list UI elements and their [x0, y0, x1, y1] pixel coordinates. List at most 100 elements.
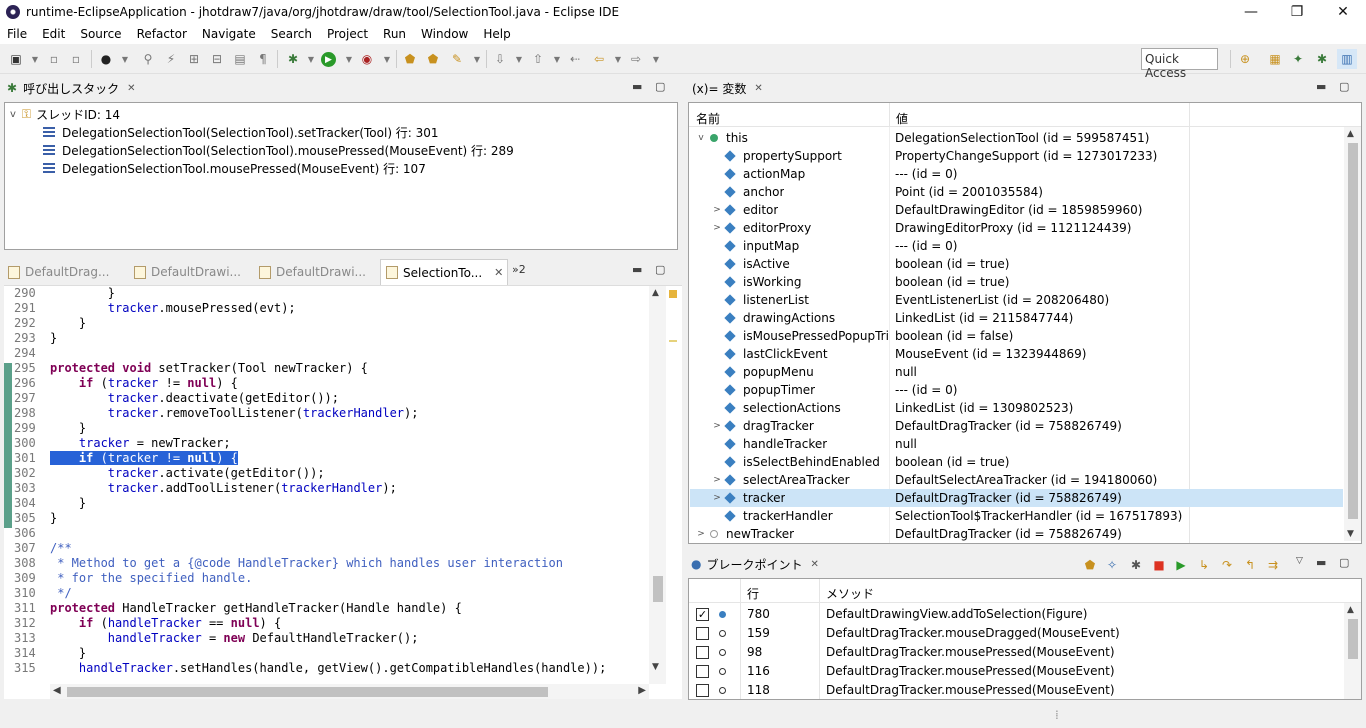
scroll-thumb[interactable] [1348, 143, 1358, 519]
call-stack-tab[interactable]: ✱ 呼び出しスタック ✕ [4, 77, 682, 99]
menu-help[interactable]: Help [476, 27, 518, 41]
thread-row[interactable]: v ⚿ スレッドID: 14 [10, 105, 120, 123]
run-icon[interactable]: ▶ [321, 52, 336, 67]
quick-access-input[interactable]: Quick Access [1141, 48, 1218, 80]
code-line[interactable]: 307 /** [4, 541, 648, 556]
minimize-view-icon[interactable]: ▬ [1316, 80, 1326, 93]
code-line[interactable]: 295 protected void setTracker(Tool newTra… [4, 361, 648, 376]
code-line[interactable]: 312 if (handleTracker == null) { [4, 616, 648, 631]
scroll-thumb[interactable] [67, 687, 548, 697]
code-line[interactable]: 308 * Method to get a {@code HandleTrack… [4, 556, 648, 571]
variable-row[interactable]: actionMap --- (id = 0) [690, 165, 1343, 183]
close-icon[interactable]: ✕ [811, 559, 819, 570]
link-with-debug-icon[interactable]: ✧ [1104, 558, 1120, 572]
java-ee-perspective-icon[interactable]: ✦ [1290, 52, 1306, 66]
scroll-down-icon[interactable]: ▼ [652, 662, 659, 672]
variable-row[interactable]: v this DelegationSelectionTool (id = 59958… [690, 129, 1343, 147]
variable-row[interactable]: listenerList EventListenerList (id = 2082… [690, 291, 1343, 309]
name-column-header[interactable]: 名前 [696, 110, 720, 127]
close-button[interactable]: ✕ [1320, 0, 1366, 24]
variable-row[interactable]: inputMap --- (id = 0) [690, 237, 1343, 255]
code-line[interactable]: 291 tracker.mousePressed(evt); [4, 301, 648, 316]
show-supported-breakpoints-icon[interactable]: ⬟ [1082, 558, 1098, 572]
code-line[interactable]: 299 } [4, 421, 648, 436]
maximize-view-icon[interactable]: ▢ [1339, 80, 1349, 93]
breakpoints-scrollbar[interactable]: ▲ [1344, 603, 1361, 699]
open-folder-icon[interactable]: ⬟ [425, 52, 441, 66]
code-line[interactable]: 313 handleTracker = new DefaultHandleTra… [4, 631, 648, 646]
expand-icon[interactable]: v [696, 133, 706, 143]
drop-to-frame-icon[interactable]: ⇉ [1265, 558, 1281, 572]
maximize-view-icon[interactable]: ▢ [655, 263, 665, 276]
menu-edit[interactable]: Edit [35, 27, 73, 41]
code-editor[interactable]: 290 } 291 tracker.mousePressed(evt); 292 }… [4, 285, 682, 699]
variable-row[interactable]: propertySupport PropertyChangeSupport (id… [690, 147, 1343, 165]
search-dropdown-icon[interactable]: ▼ [469, 52, 485, 66]
run-dropdown-icon[interactable]: ▼ [341, 52, 357, 66]
code-line[interactable]: 306 [4, 526, 648, 541]
skip-breakpoints-icon[interactable]: ⚲ [140, 52, 156, 66]
variables-tab[interactable]: (x)= 変数 ✕ [688, 77, 848, 99]
next-annotation-icon[interactable]: ⇩ [492, 52, 508, 66]
new-dropdown-icon[interactable]: ▼ [27, 52, 43, 66]
resume-icon[interactable]: ▶ [1173, 558, 1189, 572]
value-column-header[interactable]: 値 [896, 110, 908, 127]
scroll-down-icon[interactable]: ▼ [1347, 529, 1354, 539]
breakpoints-tab[interactable]: ● ブレークポイント ✕ [688, 553, 848, 575]
code-line[interactable]: 293} [4, 331, 648, 346]
variable-row[interactable]: > dragTracker DefaultDragTracker (id = 758… [690, 417, 1343, 435]
forward-dropdown-icon[interactable]: ▼ [648, 52, 664, 66]
breakpoint-checkbox[interactable] [696, 684, 709, 697]
minimize-button[interactable]: — [1228, 0, 1274, 24]
code-line[interactable]: 304 } [4, 496, 648, 511]
resume-icon[interactable]: ⚡ [163, 52, 179, 66]
step-return-icon[interactable]: ↰ [1242, 558, 1258, 572]
expand-icon[interactable]: > [712, 493, 722, 503]
debug-profile-icon[interactable]: ● [98, 52, 114, 66]
code-line[interactable]: 292 } [4, 316, 648, 331]
code-line[interactable]: 296 if (tracker != null) { [4, 376, 648, 391]
code-line[interactable]: 297 tracker.deactivate(getEditor()); [4, 391, 648, 406]
menu-window[interactable]: Window [414, 27, 476, 41]
variable-row[interactable]: isActive boolean (id = true) [690, 255, 1343, 273]
prev-annotation-icon[interactable]: ⇧ [530, 52, 546, 66]
variable-row[interactable]: popupMenu null [690, 363, 1343, 381]
line-column-header[interactable]: 行 [747, 585, 759, 602]
minimize-view-icon[interactable]: ▬ [1316, 556, 1326, 569]
code-line[interactable]: 298 tracker.removeToolListener(trackerHa… [4, 406, 648, 421]
code-line[interactable]: 310 */ [4, 586, 648, 601]
scroll-right-icon[interactable]: ▶ [638, 685, 646, 696]
code-line[interactable]: 311 protected HandleTracker getHandleTrac… [4, 601, 648, 616]
expand-icon[interactable]: > [712, 223, 722, 233]
warning-marker[interactable] [669, 290, 677, 298]
code-line-current[interactable]: 301 if (tracker != null) { [4, 451, 648, 466]
next-annotation-dropdown-icon[interactable]: ▼ [511, 52, 527, 66]
minimize-view-icon[interactable]: ▬ [632, 263, 642, 276]
close-icon[interactable]: ✕ [754, 83, 762, 94]
scroll-up-icon[interactable]: ▲ [1347, 129, 1354, 139]
expand-icon[interactable]: > [712, 205, 722, 215]
view-menu-icon[interactable]: ▽ [1296, 556, 1303, 566]
scroll-up-icon[interactable]: ▲ [652, 288, 659, 298]
breakpoint-row[interactable]: 118 DefaultDragTracker.mousePressed(Mouse… [690, 681, 1328, 700]
resource-perspective-icon[interactable]: ▥ [1337, 49, 1357, 69]
step-into-icon[interactable]: ↳ [1196, 558, 1212, 572]
java-perspective-icon[interactable]: ▦ [1267, 52, 1283, 66]
save-icon[interactable]: ▫ [46, 52, 62, 66]
variable-row[interactable]: trackerHandler SelectionTool$TrackerHandl… [690, 507, 1343, 525]
minimize-view-icon[interactable]: ▬ [632, 80, 642, 93]
variable-row[interactable]: isMousePressedPopupTrigg boolean (id = fa… [690, 327, 1343, 345]
occurrence-marker[interactable] [669, 340, 677, 342]
skip-all-breakpoints-icon[interactable]: ✱ [1128, 558, 1144, 572]
forward-icon[interactable]: ⇨ [628, 52, 644, 66]
menu-run[interactable]: Run [376, 27, 414, 41]
editor-vertical-scrollbar[interactable]: ▲ ▼ [649, 286, 666, 684]
terminate-icon[interactable]: ▤ [232, 52, 248, 66]
editor-horizontal-scrollbar[interactable]: ◀ ▶ [50, 684, 649, 699]
expand-icon[interactable]: > [696, 529, 706, 539]
menu-search[interactable]: Search [264, 27, 320, 41]
scroll-thumb[interactable] [1348, 619, 1358, 659]
suspend-icon[interactable]: ⊞ [186, 52, 202, 66]
stack-frame[interactable]: DelegationSelectionTool.mousePressed(Mou… [43, 159, 426, 177]
editor-tab[interactable]: DefaultDrawi... [259, 262, 366, 282]
